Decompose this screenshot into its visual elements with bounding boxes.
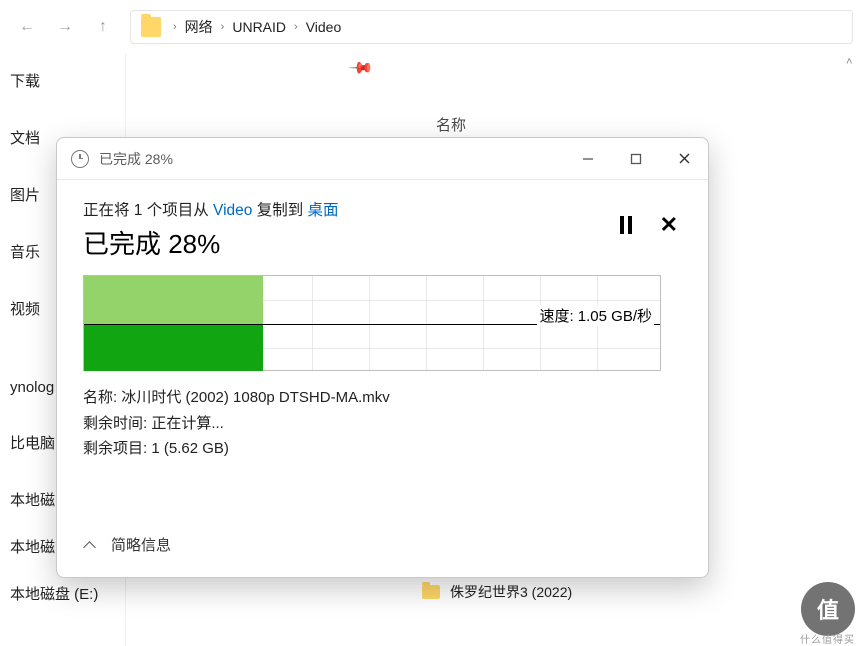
detail-name-value: 冰川时代 (2002) 1080p DTSHD-MA.mkv (121, 389, 389, 406)
detail-items-label: 剩余项目: (83, 440, 151, 457)
dialog-title: 已完成 28% (99, 149, 564, 169)
scrollbar[interactable]: ˄ (843, 54, 861, 646)
graph-fill-lower (84, 325, 263, 371)
close-button[interactable] (660, 138, 708, 180)
folder-icon (141, 17, 161, 37)
dialog-body: 正在将 1 个项目从 Video 复制到 桌面 已完成 28% ✕ 速度: 1.… (57, 180, 708, 462)
breadcrumb[interactable]: › 网络 › UNRAID › Video (130, 10, 853, 44)
clock-icon (71, 150, 89, 168)
nav-forward-button[interactable]: → (46, 8, 84, 46)
source-link[interactable]: Video (213, 202, 252, 219)
detail-time-value: 正在计算... (151, 415, 224, 432)
list-item[interactable]: 侏罗纪世界3 (2022) (422, 577, 861, 607)
pause-button[interactable] (620, 216, 632, 234)
column-header-name[interactable]: 名称 (436, 114, 466, 135)
copy-progress-dialog: 已完成 28% 正在将 1 个项目从 Video 复制到 桌面 已完成 28% … (56, 137, 709, 578)
speed-graph: 速度: 1.05 GB/秒 (83, 275, 661, 371)
dest-link[interactable]: 桌面 (308, 202, 339, 219)
chevron-right-icon: › (173, 21, 177, 33)
toolbar: ← → ↑ › 网络 › UNRAID › Video (0, 0, 861, 54)
cancel-button[interactable]: ✕ (660, 214, 678, 236)
copy-description: 正在将 1 个项目从 Video 复制到 桌面 (83, 198, 682, 220)
detail-items-value: 1 (5.62 GB) (151, 440, 229, 457)
copy-prefix: 正在将 1 个项目从 (83, 202, 213, 219)
chevron-right-icon: › (294, 21, 298, 33)
dialog-titlebar[interactable]: 已完成 28% (57, 138, 708, 180)
watermark-text: 什么值得买 (800, 631, 855, 646)
file-name: 侏罗纪世界3 (2022) (450, 582, 572, 602)
sidebar-item[interactable]: 本地磁盘 (E:) (0, 577, 125, 610)
chevron-right-icon: › (221, 21, 225, 33)
scroll-up-icon[interactable]: ˄ (846, 56, 852, 68)
maximize-button[interactable] (612, 138, 660, 180)
sidebar-item[interactable]: 下载 (0, 64, 125, 97)
breadcrumb-item[interactable]: Video (306, 19, 342, 35)
toggle-label: 简略信息 (111, 534, 171, 555)
detail-time-label: 剩余时间: (83, 415, 151, 432)
breadcrumb-item[interactable]: UNRAID (232, 19, 286, 35)
speed-label: 速度: 1.05 GB/秒 (537, 305, 654, 326)
minimize-button[interactable] (564, 138, 612, 180)
nav-back-button[interactable]: ← (8, 8, 46, 46)
transfer-details: 名称: 冰川时代 (2002) 1080p DTSHD-MA.mkv 剩余时间:… (83, 385, 682, 462)
copy-mid: 复制到 (252, 202, 307, 219)
chevron-up-icon (83, 538, 97, 552)
graph-fill-upper (84, 276, 263, 324)
progress-headline: 已完成 28% (83, 224, 682, 261)
progress-controls: ✕ (620, 214, 678, 236)
detail-name-label: 名称: (83, 389, 121, 406)
nav-up-button[interactable]: ↑ (84, 8, 122, 46)
breadcrumb-item[interactable]: 网络 (185, 17, 213, 37)
folder-icon (422, 585, 440, 599)
details-toggle[interactable]: 简略信息 (83, 534, 171, 555)
watermark-badge: 值 (801, 582, 855, 636)
